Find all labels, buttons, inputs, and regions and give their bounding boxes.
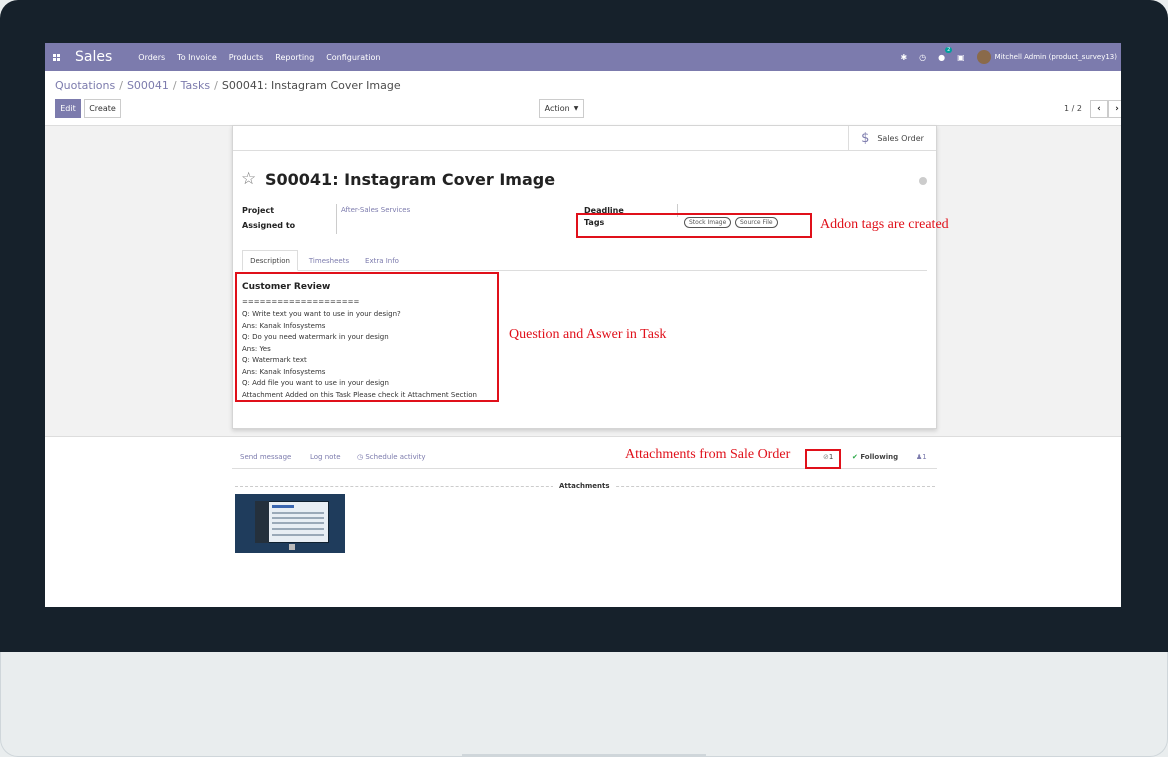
- breadcrumb: Quotations / S00041/Tasks / S00041: Instagra…: [55, 79, 401, 92]
- followers-button[interactable]: ♟1: [916, 453, 927, 461]
- tab-extra-info[interactable]: Extra Info: [360, 250, 404, 271]
- kanban-state-indicator[interactable]: [919, 177, 927, 185]
- send-message-button[interactable]: Send message: [240, 453, 291, 461]
- clock-icon[interactable]: ◷: [919, 53, 926, 62]
- pager-value[interactable]: 1 / 2: [1064, 104, 1082, 113]
- star-icon[interactable]: ☆: [241, 169, 256, 189]
- app-screen: Sales Orders To Invoice Products Reporti…: [45, 43, 1121, 607]
- dollar-icon: $: [861, 131, 870, 146]
- action-label: Action: [544, 104, 570, 113]
- notebook-tabs: Description Timesheets Extra Info: [242, 250, 927, 271]
- attachments-title: Attachments: [553, 482, 616, 490]
- top-navbar: Sales Orders To Invoice Products Reporti…: [45, 43, 1121, 71]
- breadcrumb-quotations[interactable]: Quotations: [55, 79, 115, 92]
- chat-count-badge: 2: [945, 46, 953, 53]
- pager-previous-button[interactable]: ‹: [1090, 100, 1108, 118]
- schedule-activity-button[interactable]: ◷ Schedule activity: [357, 453, 426, 461]
- apps-menu-icon[interactable]: [45, 43, 67, 71]
- project-label: Project: [242, 206, 275, 215]
- user-menu[interactable]: Mitchell Admin (product_survey13): [995, 53, 1117, 61]
- avatar[interactable]: [976, 50, 991, 64]
- menu-products[interactable]: Products: [229, 53, 264, 62]
- menu-configuration[interactable]: Configuration: [326, 53, 380, 62]
- chevron-right-icon: ›: [1115, 104, 1119, 114]
- create-button[interactable]: Create: [84, 99, 121, 118]
- attachment-thumbnail[interactable]: [235, 494, 345, 553]
- pager-next-button[interactable]: ›: [1108, 100, 1121, 118]
- navbar-systray: ✱ ◷ ● 2 ▣ Mitchell Admin (product_survey1…: [900, 43, 1121, 71]
- chevron-left-icon: ‹: [1097, 104, 1101, 114]
- caret-down-icon: ▼: [573, 105, 579, 112]
- attachment-highlight-box: [805, 449, 841, 469]
- button-box: $ Sales Order: [233, 126, 936, 151]
- attachment-annotation: Attachments from Sale Order: [625, 447, 791, 462]
- tab-timesheets[interactable]: Timesheets: [304, 250, 354, 271]
- menu-orders[interactable]: Orders: [138, 53, 165, 62]
- question-annotation: Question and Aswer in Task: [509, 327, 667, 342]
- description-highlight-box: [235, 272, 499, 402]
- tags-highlight-box: [576, 213, 812, 238]
- tags-annotation: Addon tags are created: [820, 217, 949, 232]
- menu-reporting[interactable]: Reporting: [275, 53, 314, 62]
- edit-button[interactable]: Edit: [55, 99, 81, 118]
- task-title: S00041: Instagram Cover Image: [265, 170, 556, 189]
- project-field[interactable]: After-Sales Services: [341, 206, 410, 214]
- app-brand[interactable]: Sales: [75, 49, 112, 65]
- action-dropdown[interactable]: Action ▼: [539, 99, 584, 118]
- log-note-button[interactable]: Log note: [310, 453, 341, 461]
- breadcrumb-current: S00041: Instagram Cover Image: [221, 79, 401, 92]
- breadcrumb-order[interactable]: S00041: [127, 79, 169, 92]
- clock-icon: ◷: [357, 453, 364, 461]
- check-icon: ✔: [852, 453, 858, 461]
- monitor-base: [0, 652, 1168, 757]
- chat-icon[interactable]: ● 2: [938, 46, 953, 62]
- sales-order-smart-button[interactable]: $ Sales Order: [848, 126, 936, 151]
- sales-order-label: Sales Order: [877, 134, 924, 143]
- menu-to-invoice[interactable]: To Invoice: [177, 53, 217, 62]
- following-button[interactable]: ✔ Following: [852, 453, 898, 461]
- gift-icon[interactable]: ▣: [957, 53, 965, 62]
- tab-description[interactable]: Description: [242, 250, 298, 271]
- assigned-to-label: Assigned to: [242, 221, 296, 230]
- breadcrumb-tasks[interactable]: Tasks: [181, 79, 210, 92]
- bug-icon[interactable]: ✱: [900, 53, 907, 62]
